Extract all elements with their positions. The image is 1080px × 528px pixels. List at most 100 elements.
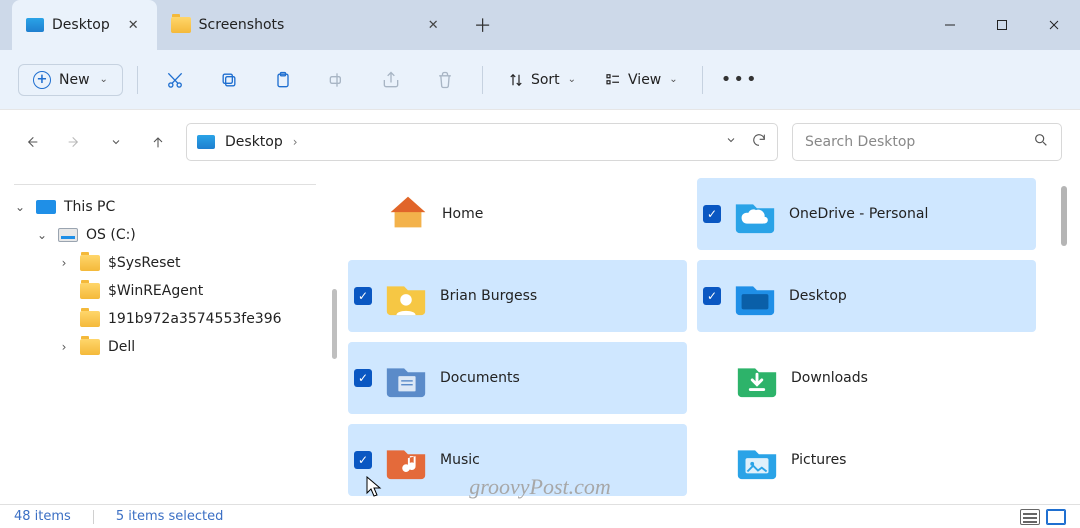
sort-label: Sort <box>531 72 560 88</box>
item-label: OneDrive - Personal <box>789 206 1026 222</box>
item-label: Desktop <box>789 288 1026 304</box>
checkbox-checked-icon[interactable]: ✓ <box>703 287 721 305</box>
tree-label: 191b972a3574553fe396 <box>108 311 282 327</box>
nav-row: Desktop › <box>0 110 1080 174</box>
content-pane[interactable]: Home ✓ Brian Burgess ✓ Documents ✓ <box>338 174 1080 504</box>
item-home[interactable]: Home <box>348 178 687 250</box>
tree-node-os-c[interactable]: ⌄ OS (C:) <box>0 221 330 249</box>
content-scrollbar[interactable] <box>1046 178 1070 504</box>
share-button[interactable] <box>368 60 414 100</box>
address-bar[interactable]: Desktop › <box>186 123 778 161</box>
more-button[interactable]: ••• <box>717 60 763 100</box>
tree-node-191b[interactable]: 191b972a3574553fe396 <box>0 305 330 333</box>
search-icon <box>1033 132 1049 152</box>
item-pictures[interactable]: Pictures <box>697 424 1036 496</box>
desktop-folder-icon <box>26 18 44 32</box>
title-bar: Desktop ✕ Screenshots ✕ ＋ <box>0 0 1080 50</box>
chevron-down-icon[interactable]: ⌄ <box>34 228 50 242</box>
close-icon[interactable]: ✕ <box>124 14 143 37</box>
separator <box>93 510 94 524</box>
tree-node-dell[interactable]: › Dell <box>0 333 330 361</box>
search-box[interactable] <box>792 123 1062 161</box>
checkbox-checked-icon[interactable]: ✓ <box>354 451 372 469</box>
status-bar: 48 items 5 items selected <box>0 504 1080 528</box>
item-label: Music <box>440 452 677 468</box>
view-toggles <box>1020 509 1066 525</box>
item-label: Pictures <box>791 452 1026 468</box>
chevron-down-icon[interactable]: ⌄ <box>12 200 28 214</box>
splitter-thumb-icon <box>332 289 337 359</box>
tree-node-this-pc[interactable]: ⌄ This PC <box>0 193 330 221</box>
tab-actions: ＋ <box>465 0 501 50</box>
chevron-right-icon[interactable]: › <box>56 340 72 354</box>
user-folder-icon <box>382 272 430 320</box>
forward-button[interactable] <box>60 128 88 156</box>
tree-node-winreagent[interactable]: $WinREAgent <box>0 277 330 305</box>
cut-button[interactable] <box>152 60 198 100</box>
tree-label: $SysReset <box>108 255 180 271</box>
folder-icon <box>171 17 191 33</box>
plus-icon: + <box>33 71 51 89</box>
tab-desktop[interactable]: Desktop ✕ <box>12 0 157 50</box>
breadcrumb[interactable]: Desktop <box>225 134 283 150</box>
view-button[interactable]: View ⌄ <box>594 65 688 95</box>
close-button[interactable] <box>1028 0 1080 50</box>
splitter[interactable] <box>330 174 338 504</box>
checkbox-checked-icon[interactable]: ✓ <box>703 205 721 223</box>
onedrive-folder-icon <box>731 190 779 238</box>
desktop-folder-large-icon <box>731 272 779 320</box>
item-music[interactable]: ✓ Music <box>348 424 687 496</box>
sort-button[interactable]: Sort ⌄ <box>497 65 586 95</box>
maximize-button[interactable] <box>976 0 1028 50</box>
refresh-button[interactable] <box>751 132 767 152</box>
scrollbar-thumb[interactable] <box>1061 186 1067 246</box>
search-input[interactable] <box>805 134 1033 150</box>
details-view-button[interactable] <box>1020 509 1040 525</box>
folder-icon <box>80 339 100 355</box>
more-icon: ••• <box>721 69 759 90</box>
minimize-button[interactable] <box>924 0 976 50</box>
checkbox-checked-icon[interactable]: ✓ <box>354 369 372 387</box>
paste-button[interactable] <box>260 60 306 100</box>
tree-label: Dell <box>108 339 135 355</box>
cursor-icon <box>366 476 382 498</box>
folder-icon <box>80 255 100 271</box>
separator <box>137 66 138 94</box>
close-icon[interactable]: ✕ <box>424 14 443 37</box>
music-folder-icon <box>382 436 430 484</box>
chevron-down-icon: ⌄ <box>100 74 108 85</box>
item-downloads[interactable]: Downloads <box>697 342 1036 414</box>
new-tab-button[interactable]: ＋ <box>465 7 501 43</box>
chevron-right-icon[interactable]: › <box>293 135 298 149</box>
separator <box>14 184 316 185</box>
rename-button[interactable] <box>314 60 360 100</box>
item-onedrive[interactable]: ✓ OneDrive - Personal <box>697 178 1036 250</box>
item-desktop[interactable]: ✓ Desktop <box>697 260 1036 332</box>
checkbox-checked-icon[interactable]: ✓ <box>354 287 372 305</box>
address-dropdown[interactable] <box>725 134 737 150</box>
nav-tree[interactable]: ⌄ This PC ⌄ OS (C:) › $SysReset $WinREAg… <box>0 174 330 504</box>
up-button[interactable] <box>144 128 172 156</box>
item-label: Documents <box>440 370 677 386</box>
icons-view-button[interactable] <box>1046 509 1066 525</box>
new-button[interactable]: + New ⌄ <box>18 64 123 96</box>
drive-icon <box>58 228 78 242</box>
delete-button[interactable] <box>422 60 468 100</box>
documents-folder-icon <box>382 354 430 402</box>
tree-label: $WinREAgent <box>108 283 203 299</box>
back-button[interactable] <box>18 128 46 156</box>
item-documents[interactable]: ✓ Documents <box>348 342 687 414</box>
item-label: Downloads <box>791 370 1026 386</box>
separator <box>482 66 483 94</box>
separator <box>702 66 703 94</box>
folder-icon <box>80 283 100 299</box>
view-label: View <box>628 72 661 88</box>
recent-locations-button[interactable] <box>102 128 130 156</box>
copy-button[interactable] <box>206 60 252 100</box>
tree-node-sysreset[interactable]: › $SysReset <box>0 249 330 277</box>
tab-screenshots[interactable]: Screenshots ✕ <box>157 0 457 50</box>
chevron-right-icon[interactable]: › <box>56 256 72 270</box>
main-area: ⌄ This PC ⌄ OS (C:) › $SysReset $WinREAg… <box>0 174 1080 504</box>
home-icon <box>384 190 432 238</box>
item-brian-burgess[interactable]: ✓ Brian Burgess <box>348 260 687 332</box>
